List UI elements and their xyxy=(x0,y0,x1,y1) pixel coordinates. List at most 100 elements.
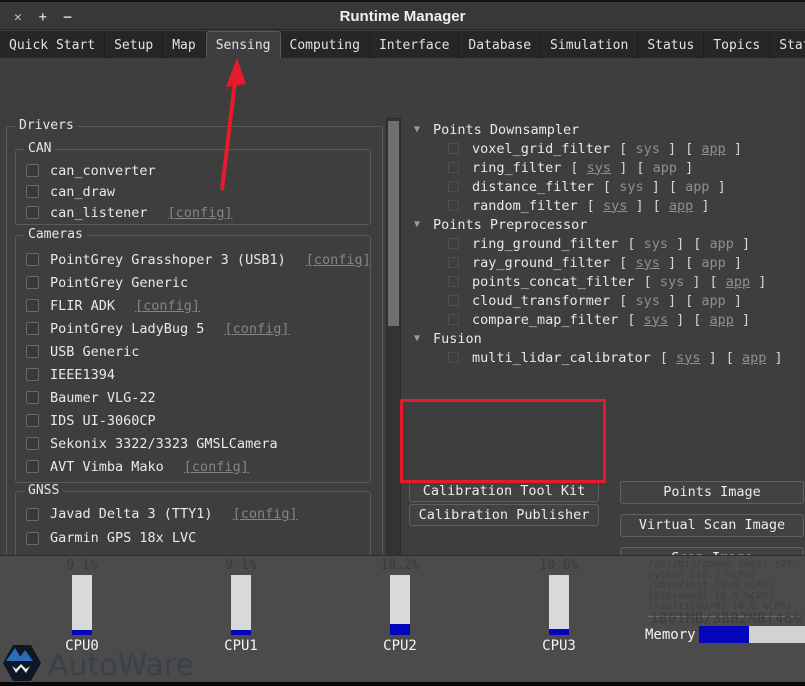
app-link[interactable]: [ app ] xyxy=(693,312,750,328)
checkbox-sekonix-3322-3323-gmslcamera[interactable] xyxy=(26,437,39,450)
tree-checkbox[interactable] xyxy=(448,162,459,173)
calibration-tool-kit-button[interactable]: Calibration Tool Kit xyxy=(409,480,599,502)
virtual-scan-image-button[interactable]: Virtual Scan Image xyxy=(620,514,804,537)
tree-checkbox[interactable] xyxy=(448,143,459,154)
tab-sensing[interactable]: Sensing xyxy=(206,31,281,58)
cpu-gauge-3: 10.0%CPU3 xyxy=(529,558,589,654)
collapse-triangle-icon[interactable]: ▼ xyxy=(410,333,423,344)
tree-item-label: random_filter xyxy=(472,198,578,214)
tab-topics[interactable]: Topics xyxy=(704,33,770,58)
sys-link[interactable]: [ sys ] xyxy=(619,255,676,271)
sys-link[interactable]: [ sys ] xyxy=(619,141,676,157)
collapse-triangle-icon[interactable]: ▼ xyxy=(410,219,423,230)
config-link[interactable]: [config] xyxy=(168,205,233,221)
tab-state[interactable]: State xyxy=(770,33,805,58)
bracket-close: ] xyxy=(734,236,750,252)
tree-checkbox[interactable] xyxy=(448,181,459,192)
config-link[interactable]: [config] xyxy=(184,459,249,475)
bracket-open: [ xyxy=(685,293,701,309)
app-link-label: app xyxy=(669,198,693,214)
checkbox-ieee1394[interactable] xyxy=(26,368,39,381)
config-link[interactable]: [config] xyxy=(135,298,200,314)
tree-section-points-downsampler: ▼Points Downsampler xyxy=(410,120,805,139)
app-link[interactable]: [ app ] xyxy=(709,274,766,290)
config-link[interactable]: [config] xyxy=(233,506,298,522)
config-link[interactable]: [config] xyxy=(224,321,289,337)
checkbox-pointgrey-grasshoper-3-usb1[interactable] xyxy=(26,253,39,266)
sys-link-label: sys xyxy=(635,141,659,157)
app-link-label: app xyxy=(685,179,709,195)
collapse-triangle-icon[interactable]: ▼ xyxy=(410,124,423,135)
points-image-button[interactable]: Points Image xyxy=(620,481,804,504)
app-link[interactable]: [ app ] xyxy=(685,255,742,271)
memory-usage-text: 1801MB/3882MB(46%) xyxy=(650,611,805,627)
checkbox-usb-generic[interactable] xyxy=(26,345,39,358)
bracket-open: [ xyxy=(570,160,586,176)
checkbox-flir-adk[interactable] xyxy=(26,299,39,312)
app-link[interactable]: [ app ] xyxy=(726,350,783,366)
checkbox-can-listener[interactable] xyxy=(26,206,39,219)
tab-quick-start[interactable]: Quick Start xyxy=(0,33,105,58)
checkbox-baumer-vlg-22[interactable] xyxy=(26,391,39,404)
tab-status[interactable]: Status xyxy=(638,33,704,58)
checkbox-javad-delta-3-tty1[interactable] xyxy=(26,508,39,521)
checkbox-pointgrey-generic[interactable] xyxy=(26,276,39,289)
driver-row-can-draw: can_draw xyxy=(16,181,370,202)
sys-link[interactable]: [ sys ] xyxy=(587,198,644,214)
sys-link[interactable]: [ sys ] xyxy=(627,312,684,328)
checkbox-can-draw[interactable] xyxy=(26,185,39,198)
memory-row: Memory xyxy=(645,626,805,643)
checkbox-ids-ui-3060cp[interactable] xyxy=(26,414,39,427)
tree-checkbox[interactable] xyxy=(448,257,459,268)
scrollbar-thumb[interactable] xyxy=(388,121,399,326)
sys-link-label: sys xyxy=(635,293,659,309)
bracket-open: [ xyxy=(685,255,701,271)
memory-label: Memory xyxy=(645,627,696,643)
app-link[interactable]: [ app ] xyxy=(685,141,742,157)
bracket-close: ] xyxy=(734,312,750,328)
checkbox-garmin-gps-18x-lvc[interactable] xyxy=(26,532,39,545)
sys-link-label: sys xyxy=(603,198,627,214)
checkbox-avt-vimba-mako[interactable] xyxy=(26,460,39,473)
tab-simulation[interactable]: Simulation xyxy=(541,33,638,58)
tree-item-ray-ground-filter: ray_ground_filter[ sys ][ app ] xyxy=(410,253,805,272)
driver-label: Garmin GPS 18x LVC xyxy=(50,530,196,546)
sys-link[interactable]: [ sys ] xyxy=(619,293,676,309)
app-link[interactable]: [ app ] xyxy=(669,179,726,195)
tab-database[interactable]: Database xyxy=(459,33,541,58)
app-link-label: app xyxy=(653,160,677,176)
bracket-open: [ xyxy=(627,236,643,252)
bracket-open: [ xyxy=(627,312,643,328)
config-link[interactable]: [config] xyxy=(306,252,370,268)
sys-link[interactable]: [ sys ] xyxy=(644,274,701,290)
checkbox-pointgrey-ladybug-5[interactable] xyxy=(26,322,39,335)
left-panel-scrollbar[interactable] xyxy=(386,118,401,583)
tab-map[interactable]: Map xyxy=(163,33,205,58)
sys-link[interactable]: [ sys ] xyxy=(627,236,684,252)
app-link[interactable]: [ app ] xyxy=(693,236,750,252)
app-link[interactable]: [ app ] xyxy=(636,160,693,176)
status-bar: /usr/bin/gnome-shell (27.3 %CPUpython (1… xyxy=(0,555,805,682)
process-list: /usr/bin/gnome-shell (27.3 %CPUpython (1… xyxy=(648,560,800,617)
sys-link-label: sys xyxy=(619,179,643,195)
tree-checkbox[interactable] xyxy=(448,200,459,211)
tree-item-random-filter: random_filter [ sys ] [ app ] xyxy=(410,196,805,215)
tree-checkbox[interactable] xyxy=(448,295,459,306)
sys-link[interactable]: [ sys ] xyxy=(570,160,627,176)
app-link[interactable]: [ app ] xyxy=(653,198,710,214)
tree-checkbox[interactable] xyxy=(448,352,459,363)
tree-checkbox[interactable] xyxy=(448,276,459,287)
checkbox-can-converter[interactable] xyxy=(26,164,39,177)
sys-link[interactable]: [ sys ] xyxy=(603,179,660,195)
tab-setup[interactable]: Setup xyxy=(105,33,163,58)
app-link[interactable]: [ app ] xyxy=(685,293,742,309)
calibration-publisher-button[interactable]: Calibration Publisher xyxy=(409,504,599,526)
sys-link[interactable]: [ sys ] xyxy=(660,350,717,366)
tree-checkbox[interactable] xyxy=(448,238,459,249)
tree-checkbox[interactable] xyxy=(448,314,459,325)
tab-interface[interactable]: Interface xyxy=(370,33,459,58)
pipeline-tree: ▼Points Downsamplervoxel_grid_filter[ sy… xyxy=(410,120,805,367)
tab-computing[interactable]: Computing xyxy=(281,33,370,58)
tree-item-label: multi_lidar_calibrator xyxy=(472,350,651,366)
bracket-close: ] xyxy=(627,198,643,214)
